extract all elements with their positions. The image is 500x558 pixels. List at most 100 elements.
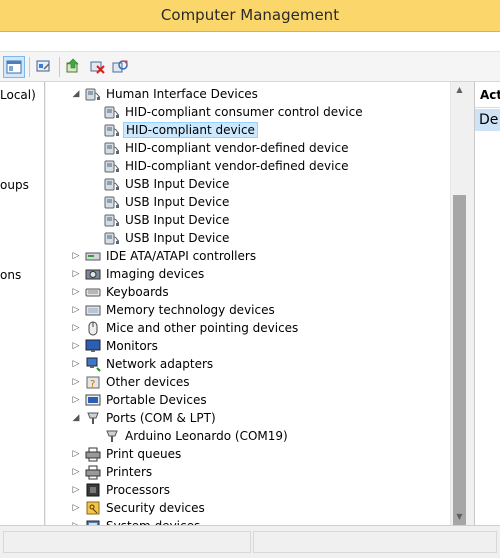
- tree-node[interactable]: ▷ Monitors: [46, 337, 450, 355]
- tree-node-label: Imaging devices: [106, 267, 205, 281]
- tree-node-label: Printers: [106, 465, 153, 479]
- scroll-up-arrow-icon[interactable]: ▲: [451, 82, 468, 98]
- tree-node[interactable]: ▷ Keyboards: [46, 283, 450, 301]
- tree-node-label: Monitors: [106, 339, 158, 353]
- tree-node[interactable]: ▷ System devices: [46, 517, 450, 525]
- tree-node[interactable]: ◢ Ports (COM & LPT): [46, 409, 450, 427]
- collapsed-arrow-icon[interactable]: ▷: [71, 391, 81, 409]
- tree-node[interactable]: ▷ Memory technology devices: [46, 301, 450, 319]
- hid-icon: [104, 104, 120, 120]
- update-driver-button[interactable]: [63, 56, 85, 78]
- expanded-arrow-icon[interactable]: ◢: [71, 85, 81, 103]
- hid-icon: [104, 158, 120, 174]
- tree-node[interactable]: ◢ Human Interface Devices: [46, 85, 450, 103]
- collapsed-arrow-icon[interactable]: ▷: [71, 283, 81, 301]
- tree-node[interactable]: ▷ Mice and other pointing devices: [46, 319, 450, 337]
- collapsed-arrow-icon[interactable]: ▷: [71, 445, 81, 463]
- tree-node[interactable]: HID-compliant vendor-defined device: [46, 157, 450, 175]
- collapsed-arrow-icon[interactable]: ▷: [71, 517, 81, 525]
- collapsed-arrow-icon[interactable]: ▷: [71, 355, 81, 373]
- tree-node-label: HID-compliant vendor-defined device: [125, 159, 349, 173]
- collapsed-arrow-icon[interactable]: ▷: [71, 373, 81, 391]
- system-icon: [85, 518, 101, 525]
- tree-node[interactable]: ▷ Print queues: [46, 445, 450, 463]
- tree-node[interactable]: ▷ Imaging devices: [46, 265, 450, 283]
- expanded-arrow-icon[interactable]: ◢: [71, 409, 81, 427]
- toolbar: [0, 52, 500, 82]
- console-tree-item[interactable]: ons: [0, 268, 21, 282]
- tree-node-label: Processors: [106, 483, 171, 497]
- properties-icon: [36, 60, 50, 72]
- tree-node-label: Portable Devices: [106, 393, 207, 407]
- scan-hardware-button[interactable]: [110, 56, 132, 78]
- tree-node[interactable]: Arduino Leonardo (COM19): [46, 427, 450, 445]
- tree-node[interactable]: ▷ Portable Devices: [46, 391, 450, 409]
- tree-node[interactable]: USB Input Device: [46, 229, 450, 247]
- menu-bar: [0, 32, 500, 52]
- tree-node[interactable]: ▷ Security devices: [46, 499, 450, 517]
- processor-icon: [85, 482, 101, 498]
- tree-node-label: Mice and other pointing devices: [106, 321, 299, 335]
- pane-splitter[interactable]: [467, 82, 474, 525]
- toolbar-separator: [29, 57, 30, 77]
- tree-node-label: Security devices: [106, 501, 205, 515]
- update-driver-icon: [66, 58, 79, 73]
- mouse-icon: [85, 320, 101, 336]
- hid-icon: [85, 86, 101, 102]
- collapsed-arrow-icon[interactable]: ▷: [71, 499, 81, 517]
- scroll-thumb[interactable]: [453, 195, 466, 528]
- monitor-icon: [85, 338, 101, 354]
- tree-node[interactable]: ▷ IDE ATA/ATAPI controllers: [46, 247, 450, 265]
- tree-node[interactable]: HID-compliant consumer control device: [46, 103, 450, 121]
- collapsed-arrow-icon[interactable]: ▷: [71, 301, 81, 319]
- tree-node-label: USB Input Device: [125, 177, 230, 191]
- actions-item[interactable]: De: [475, 109, 500, 131]
- port-icon: [104, 428, 120, 444]
- tree-node[interactable]: USB Input Device: [46, 211, 450, 229]
- security-icon: [85, 500, 101, 516]
- tree-node[interactable]: ▷ Printers: [46, 463, 450, 481]
- tree-node-label: Human Interface Devices: [106, 87, 258, 101]
- tree-node[interactable]: HID-compliant device: [46, 121, 450, 139]
- tree-node-label: IDE ATA/ATAPI controllers: [106, 249, 257, 263]
- tree-node-label: USB Input Device: [125, 213, 230, 227]
- tree-node-label: Print queues: [106, 447, 182, 461]
- console-tree-item[interactable]: oups: [0, 178, 29, 192]
- tree-node-label: Arduino Leonardo (COM19): [125, 429, 288, 443]
- port-icon: [85, 410, 101, 426]
- tree-node[interactable]: HID-compliant vendor-defined device: [46, 139, 450, 157]
- collapsed-arrow-icon[interactable]: ▷: [71, 265, 81, 283]
- console-tree-item[interactable]: Local): [0, 88, 36, 102]
- tree-node-label: HID-compliant vendor-defined device: [125, 141, 349, 155]
- memory-icon: [85, 302, 101, 318]
- tree-node[interactable]: ▷ Network adapters: [46, 355, 450, 373]
- tree-node-label: HID-compliant device: [123, 122, 258, 138]
- keyboard-icon: [85, 284, 101, 300]
- scroll-down-arrow-icon[interactable]: ▼: [451, 509, 468, 525]
- vertical-scrollbar[interactable]: ▲ ▼: [450, 82, 468, 528]
- tree-node[interactable]: USB Input Device: [46, 193, 450, 211]
- status-cell: [3, 531, 251, 553]
- collapsed-arrow-icon[interactable]: ▷: [71, 319, 81, 337]
- svg-text:?: ?: [90, 379, 95, 390]
- show-hide-console-tree-button[interactable]: [3, 56, 25, 78]
- tree-node[interactable]: ▷? Other devices: [46, 373, 450, 391]
- status-cell: [253, 531, 497, 553]
- properties-button[interactable]: [33, 56, 55, 78]
- tree-node-label: Other devices: [106, 375, 190, 389]
- tree-node[interactable]: ▷ Processors: [46, 481, 450, 499]
- window-title: Computer Management: [160, 6, 340, 24]
- collapsed-arrow-icon[interactable]: ▷: [71, 337, 81, 355]
- device-tree: ◢ Human Interface Devices HID-compliant co…: [46, 82, 450, 525]
- hid-icon: [104, 122, 120, 138]
- disable-device-icon: [90, 61, 105, 74]
- collapsed-arrow-icon[interactable]: ▷: [71, 481, 81, 499]
- collapsed-arrow-icon[interactable]: ▷: [71, 247, 81, 265]
- console-tree-pane: Local) oups ons: [0, 82, 45, 525]
- hid-icon: [104, 194, 120, 210]
- collapsed-arrow-icon[interactable]: ▷: [71, 463, 81, 481]
- disable-device-button[interactable]: [87, 56, 109, 78]
- hid-icon: [104, 230, 120, 246]
- tree-node[interactable]: USB Input Device: [46, 175, 450, 193]
- title-bar: Computer Management: [0, 0, 500, 32]
